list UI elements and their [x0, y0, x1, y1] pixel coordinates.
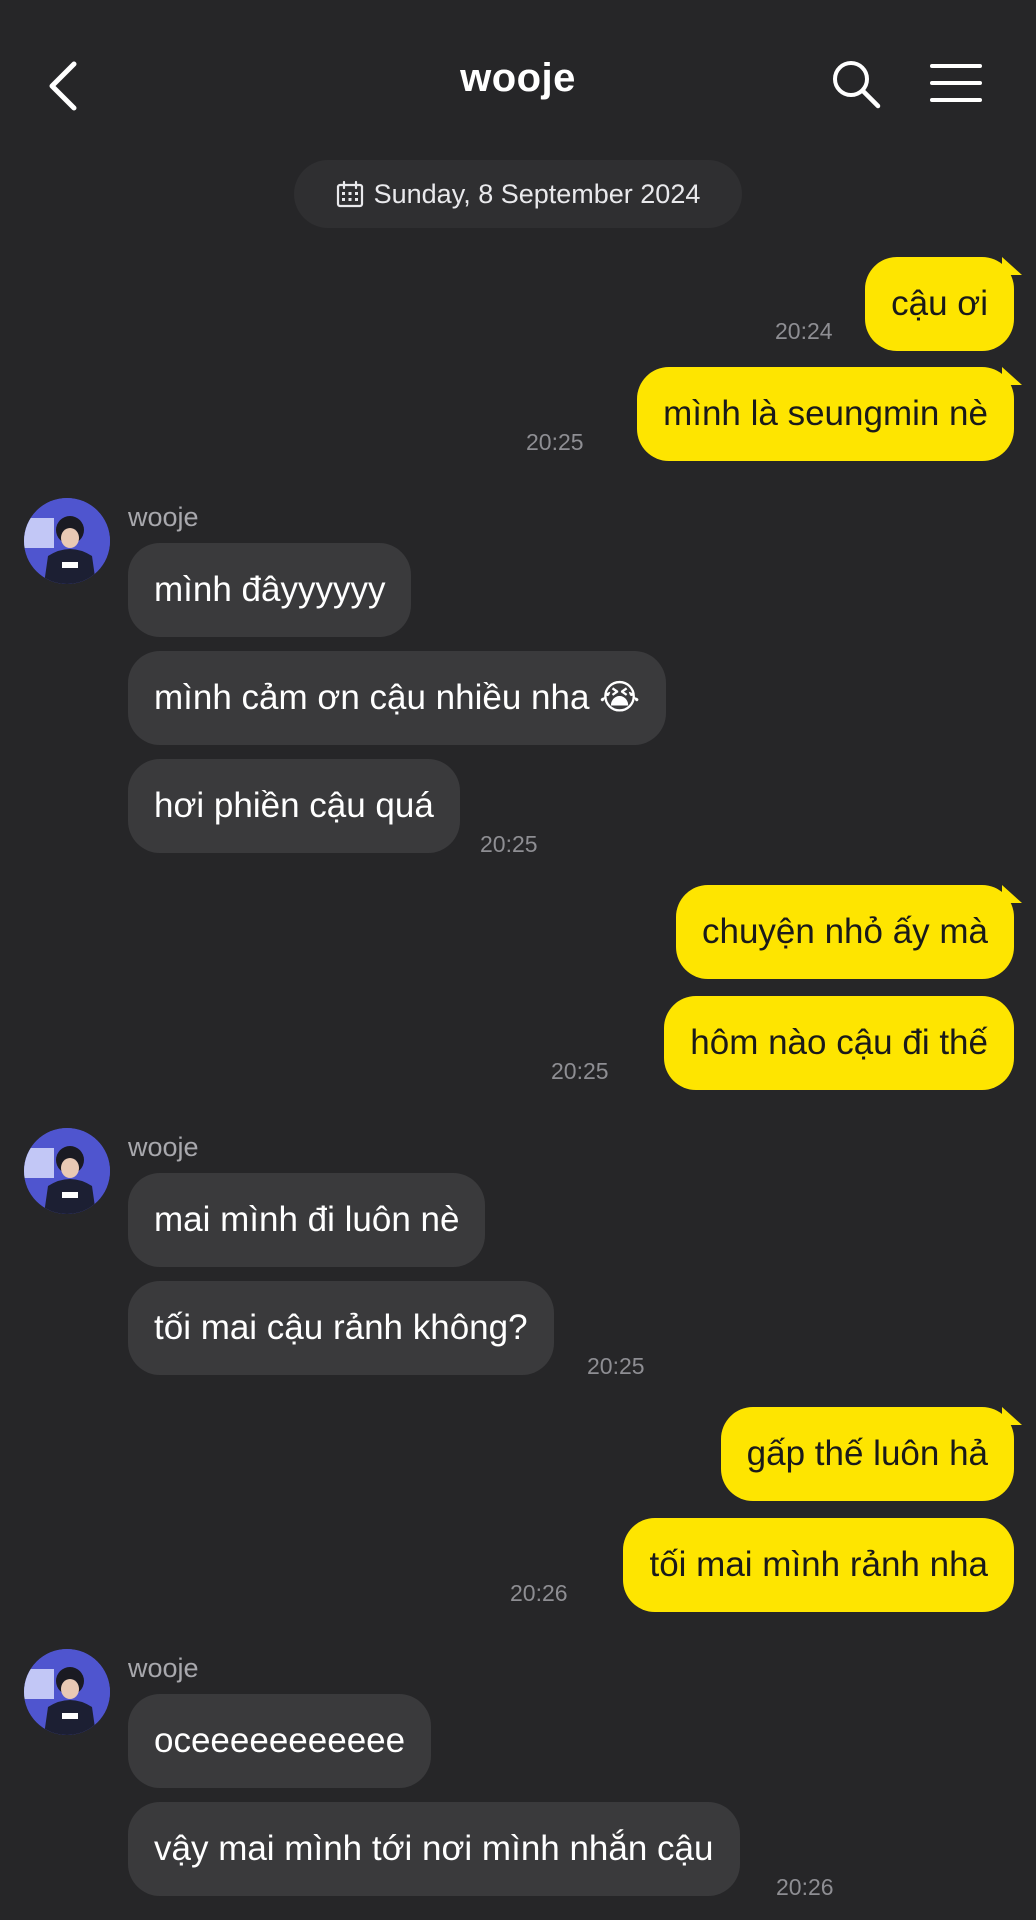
- my-message-bubble[interactable]: gấp thế luôn hả: [720, 1407, 1014, 1501]
- avatar-image: [24, 1128, 110, 1214]
- menu-button[interactable]: [930, 62, 982, 104]
- their-message-bubble[interactable]: hơi phiền cậu quá: [128, 759, 460, 853]
- message-text: tối mai mình rảnh nha: [649, 1545, 988, 1584]
- message-time: 20:25: [587, 1353, 645, 1379]
- their-message-bubble[interactable]: mình đâyyyyyy: [128, 543, 412, 637]
- their-message-bubble[interactable]: tối mai cậu rảnh không?: [128, 1281, 554, 1375]
- my-message-bubble[interactable]: mình là seungmin nè: [637, 367, 1014, 461]
- their-message-bubble[interactable]: mình cảm ơn cậu nhiều nha 😭: [128, 651, 667, 745]
- message-time: 20:26: [510, 1580, 568, 1606]
- message-time: 20:25: [480, 831, 538, 857]
- message-time: 20:24: [775, 318, 833, 344]
- their-message-bubble[interactable]: mai mình đi luôn nè: [128, 1173, 486, 1267]
- avatar-image: [24, 498, 110, 584]
- calendar-icon: [336, 180, 363, 208]
- my-message-bubble[interactable]: cậu ơi: [865, 257, 1014, 351]
- message-text: mình là seungmin nè: [663, 394, 988, 433]
- message-time: 20:25: [526, 429, 584, 455]
- my-message-bubble[interactable]: tối mai mình rảnh nha: [623, 1518, 1014, 1612]
- their-message-bubble[interactable]: oceeeeeeeeeee: [128, 1694, 432, 1788]
- search-button[interactable]: [830, 58, 882, 110]
- message-text: cậu ơi: [891, 284, 988, 323]
- avatar[interactable]: [24, 498, 110, 584]
- my-message-bubble[interactable]: hôm nào cậu đi thế: [664, 996, 1014, 1090]
- sender-name: wooje: [128, 502, 199, 532]
- message-text: gấp thế luôn hả: [746, 1434, 988, 1473]
- hamburger-menu-icon: [930, 64, 982, 102]
- message-text: hôm nào cậu đi thế: [690, 1023, 988, 1062]
- avatar[interactable]: [24, 1128, 110, 1214]
- message-text: mai mình đi luôn nè: [154, 1200, 460, 1239]
- message-text: oceeeeeeeeeee: [154, 1721, 406, 1760]
- avatar-image: [24, 1649, 110, 1735]
- date-text: Sunday, 8 September 2024: [373, 178, 701, 209]
- message-text: chuyện nhỏ ấy mà: [701, 912, 988, 951]
- message-text: hơi phiền cậu quá: [154, 786, 434, 825]
- chat-header: wooje: [0, 0, 1036, 170]
- their-message-bubble[interactable]: vậy mai mình tới nơi mình nhắn cậu: [128, 1802, 740, 1896]
- message-text: vậy mai mình tới nơi mình nhắn cậu: [154, 1829, 714, 1868]
- sender-name: wooje: [128, 1132, 199, 1162]
- message-text: mình cảm ơn cậu nhiều nha 😭: [154, 678, 641, 717]
- search-icon: [833, 61, 881, 109]
- message-text: mình đâyyyyyy: [154, 570, 386, 609]
- my-message-bubble[interactable]: chuyện nhỏ ấy mà: [675, 885, 1014, 979]
- date-divider: Sunday, 8 September 2024: [294, 160, 742, 228]
- message-text: tối mai cậu rảnh không?: [154, 1308, 528, 1347]
- message-time: 20:25: [551, 1058, 609, 1084]
- message-time: 20:26: [776, 1874, 834, 1900]
- sender-name: wooje: [128, 1653, 199, 1683]
- avatar[interactable]: [24, 1649, 110, 1735]
